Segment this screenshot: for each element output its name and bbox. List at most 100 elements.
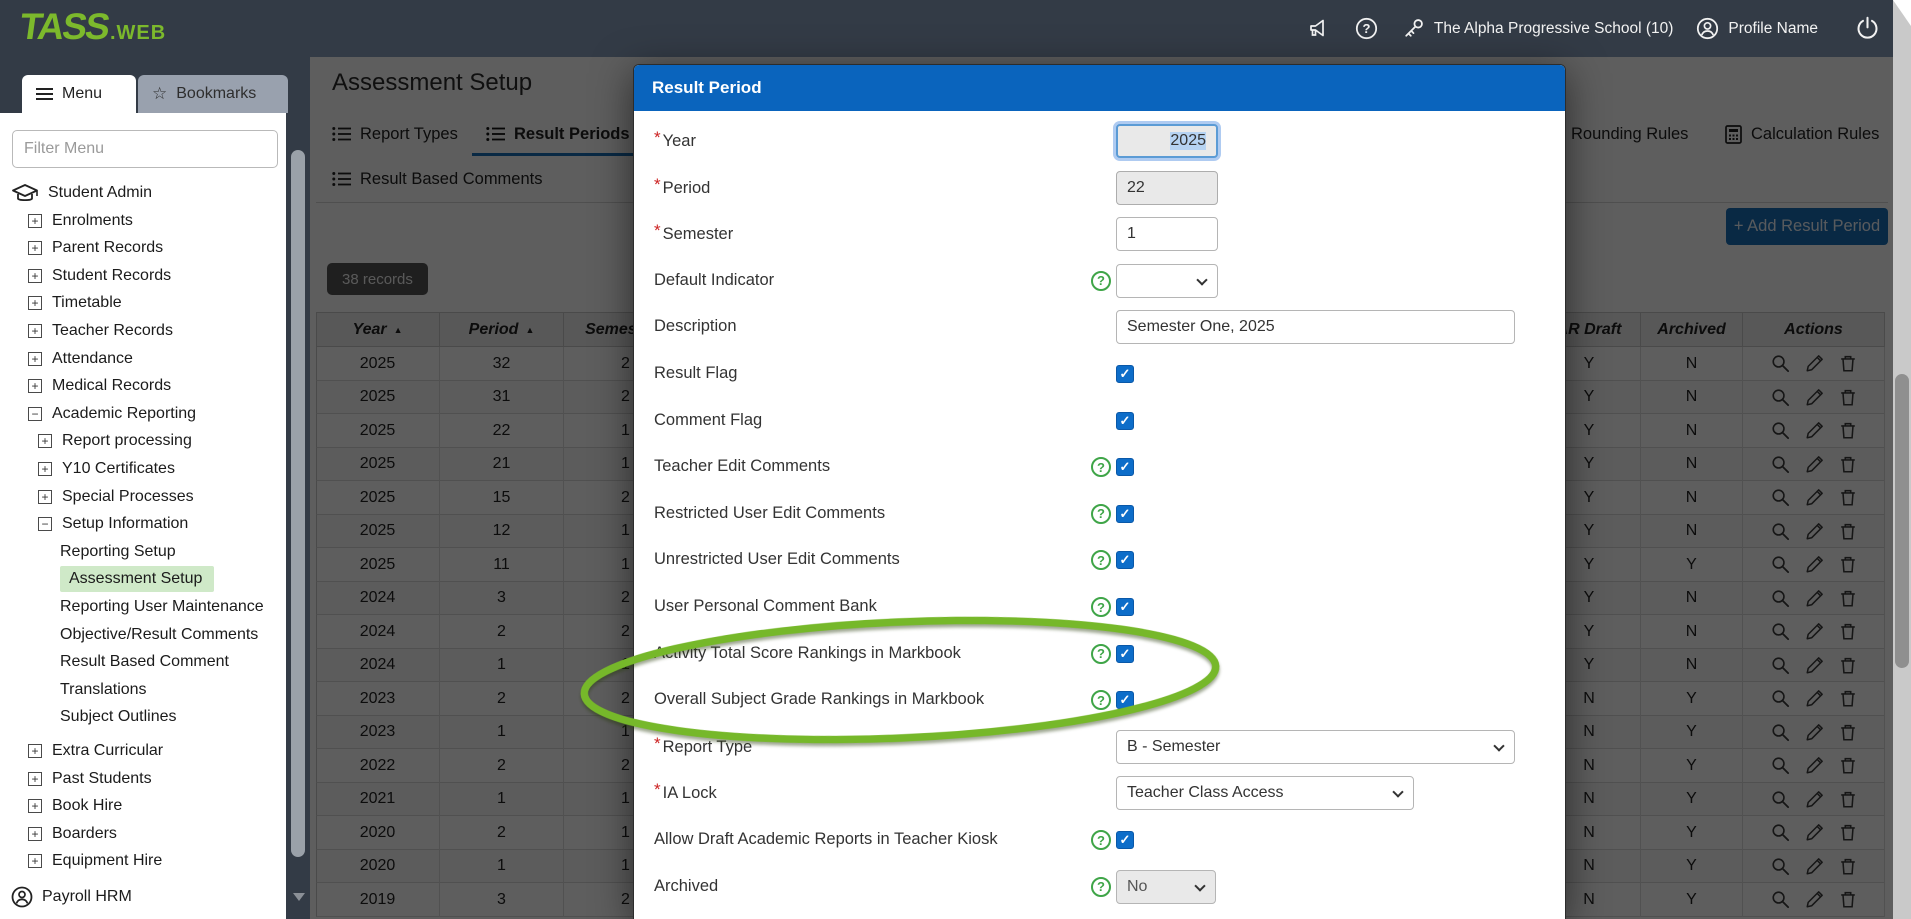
sidebar-scrollbar[interactable] <box>291 150 305 857</box>
sidebar-item-enrolments[interactable]: +Enrolments <box>28 209 133 233</box>
field-help-icon[interactable]: ? <box>1091 877 1111 897</box>
tab-bookmarks[interactable]: ☆ Bookmarks <box>138 75 288 113</box>
sidebar-item-medical-records[interactable]: +Medical Records <box>28 374 171 398</box>
field-help-icon[interactable]: ? <box>1091 690 1111 710</box>
field-input[interactable]: Semester One, 2025 <box>1116 310 1515 344</box>
sidebar-item-book-hire[interactable]: +Book Hire <box>28 794 122 818</box>
page-scrollbar-thumb[interactable] <box>1895 374 1909 668</box>
sidebar-item-extra-curricular[interactable]: +Extra Curricular <box>28 739 163 763</box>
page-scrollbar[interactable] <box>1893 0 1911 919</box>
field-checkbox[interactable]: ✓ <box>1116 598 1134 616</box>
sidebar-item-parent-records[interactable]: +Parent Records <box>28 236 163 260</box>
sidebar-item-translations[interactable]: Translations <box>60 678 147 702</box>
field-checkbox[interactable]: ✓ <box>1116 645 1134 663</box>
required-indicator: * <box>654 175 661 194</box>
expand-icon[interactable]: + <box>38 490 52 504</box>
profile-icon <box>1695 16 1720 41</box>
field-select[interactable] <box>1116 264 1218 298</box>
sidebar-item-label: Equipment Hire <box>52 852 162 870</box>
sidebar-item-boarders[interactable]: +Boarders <box>28 822 117 846</box>
collapse-icon[interactable]: − <box>28 407 42 421</box>
expand-icon[interactable]: + <box>28 799 42 813</box>
sidebar-item-student-admin[interactable]: Student Admin <box>10 181 152 205</box>
expand-icon[interactable]: + <box>38 462 52 476</box>
sidebar: Student Admin+Enrolments+Parent Records+… <box>0 57 310 919</box>
field-help-icon[interactable]: ? <box>1091 550 1111 570</box>
sidebar-scroll-down-icon[interactable] <box>293 893 305 901</box>
field-checkbox[interactable]: ✓ <box>1116 691 1134 709</box>
field-help-icon[interactable]: ? <box>1091 271 1111 291</box>
expand-icon[interactable]: + <box>28 854 42 868</box>
tab-menu-label: Menu <box>62 85 102 103</box>
field-help-icon[interactable]: ? <box>1091 504 1111 524</box>
sidebar-item-attendance[interactable]: +Attendance <box>28 347 133 371</box>
sidebar-item-teacher-records[interactable]: + Teacher Records <box>28 319 173 343</box>
sidebar-item-payroll-hrm[interactable]: Payroll HRM <box>10 885 132 909</box>
field-select[interactable]: B - Semester <box>1116 730 1515 764</box>
sidebar-item-academic-reporting[interactable]: −Academic Reporting <box>28 402 196 426</box>
form-row-year: *Year2025 <box>634 123 1565 159</box>
expand-icon[interactable]: + <box>28 324 42 338</box>
help-icon[interactable]: ? <box>1354 16 1379 41</box>
sidebar-item-timetable[interactable]: +Timetable <box>28 291 122 315</box>
field-help-icon[interactable]: ? <box>1091 830 1111 850</box>
sidebar-item-subject-outlines[interactable]: Subject Outlines <box>60 705 177 729</box>
sidebar-item-result-based-comment[interactable]: Result Based Comment <box>60 650 229 674</box>
collapse-icon[interactable]: − <box>38 517 52 531</box>
field-label: Unrestricted User Edit Comments <box>654 550 900 569</box>
required-indicator: * <box>654 221 661 240</box>
filter-menu-input[interactable] <box>12 130 278 168</box>
sidebar-item-special-processes[interactable]: +Special Processes <box>38 485 194 509</box>
expand-icon[interactable]: + <box>28 379 42 393</box>
field-help-icon[interactable]: ? <box>1091 597 1111 617</box>
tab-menu[interactable]: Menu <box>22 75 136 113</box>
field-checkbox[interactable]: ✓ <box>1116 365 1134 383</box>
sidebar-item-equipment-hire[interactable]: + Equipment Hire <box>28 849 162 873</box>
field-select[interactable]: No <box>1116 870 1216 904</box>
sidebar-item-student-records[interactable]: +Student Records <box>28 264 171 288</box>
sidebar-item-setup-information[interactable]: −Setup Information <box>38 512 188 536</box>
field-help-icon[interactable]: ? <box>1091 644 1111 664</box>
modal-header[interactable]: Result Period <box>634 65 1565 111</box>
expand-icon[interactable]: + <box>28 744 42 758</box>
expand-icon[interactable]: + <box>28 296 42 310</box>
sidebar-item-y10-certificates[interactable]: +Y10 Certificates <box>38 457 175 481</box>
sidebar-item-label: Payroll HRM <box>42 888 132 906</box>
sidebar-item-label: Teacher Records <box>52 322 173 340</box>
field-label: Comment Flag <box>654 411 762 430</box>
form-row-teacher-edit-comments: Teacher Edit Comments?✓ <box>634 449 1565 485</box>
expand-icon[interactable]: + <box>28 214 42 228</box>
sidebar-item-reporting-user-maintenance[interactable]: Reporting User Maintenance <box>60 595 264 619</box>
sidebar-item-past-students[interactable]: +Past Students <box>28 767 152 791</box>
company-session[interactable]: The Alpha Progressive School (10) <box>1401 16 1674 41</box>
logout-icon[interactable] <box>1854 15 1881 42</box>
sidebar-item-assessment-setup[interactable]: Assessment Setup <box>60 567 214 591</box>
announcements-icon[interactable] <box>1306 17 1332 41</box>
field-input[interactable]: 1 <box>1116 217 1218 251</box>
form-row-restricted-user-edit-comments: Restricted User Edit Comments?✓ <box>634 496 1565 532</box>
expand-icon[interactable]: + <box>28 241 42 255</box>
field-checkbox[interactable]: ✓ <box>1116 458 1134 476</box>
expand-icon[interactable]: + <box>38 434 52 448</box>
tass-logo[interactable]: TASS .WEB <box>20 6 166 48</box>
form-row-allow-draft-academic-reports-in-teacher-kiosk: Allow Draft Academic Reports in Teacher … <box>634 822 1565 858</box>
expand-icon[interactable]: + <box>28 269 42 283</box>
topbar: TASS .WEB ? The Alpha Progressive School… <box>0 0 1911 57</box>
sidebar-item-label: Setup Information <box>62 515 188 533</box>
sidebar-item-report-processing[interactable]: +Report processing <box>38 429 192 453</box>
sidebar-item-reporting-setup[interactable]: Reporting Setup <box>60 540 176 564</box>
expand-icon[interactable]: + <box>28 827 42 841</box>
profile-menu[interactable]: Profile Name <box>1695 16 1818 41</box>
expand-icon[interactable]: + <box>28 772 42 786</box>
field-help-icon[interactable]: ? <box>1091 457 1111 477</box>
field-checkbox[interactable]: ✓ <box>1116 831 1134 849</box>
field-select[interactable]: Teacher Class Access <box>1116 776 1414 810</box>
field-label: *Report Type <box>654 737 752 757</box>
field-checkbox[interactable]: ✓ <box>1116 551 1134 569</box>
field-input[interactable]: 2025 <box>1116 124 1218 158</box>
field-checkbox[interactable]: ✓ <box>1116 505 1134 523</box>
field-input[interactable]: 22 <box>1116 171 1218 205</box>
expand-icon[interactable]: + <box>28 352 42 366</box>
field-checkbox[interactable]: ✓ <box>1116 412 1134 430</box>
sidebar-item-objective-result-comments[interactable]: Objective/Result Comments <box>60 623 258 647</box>
